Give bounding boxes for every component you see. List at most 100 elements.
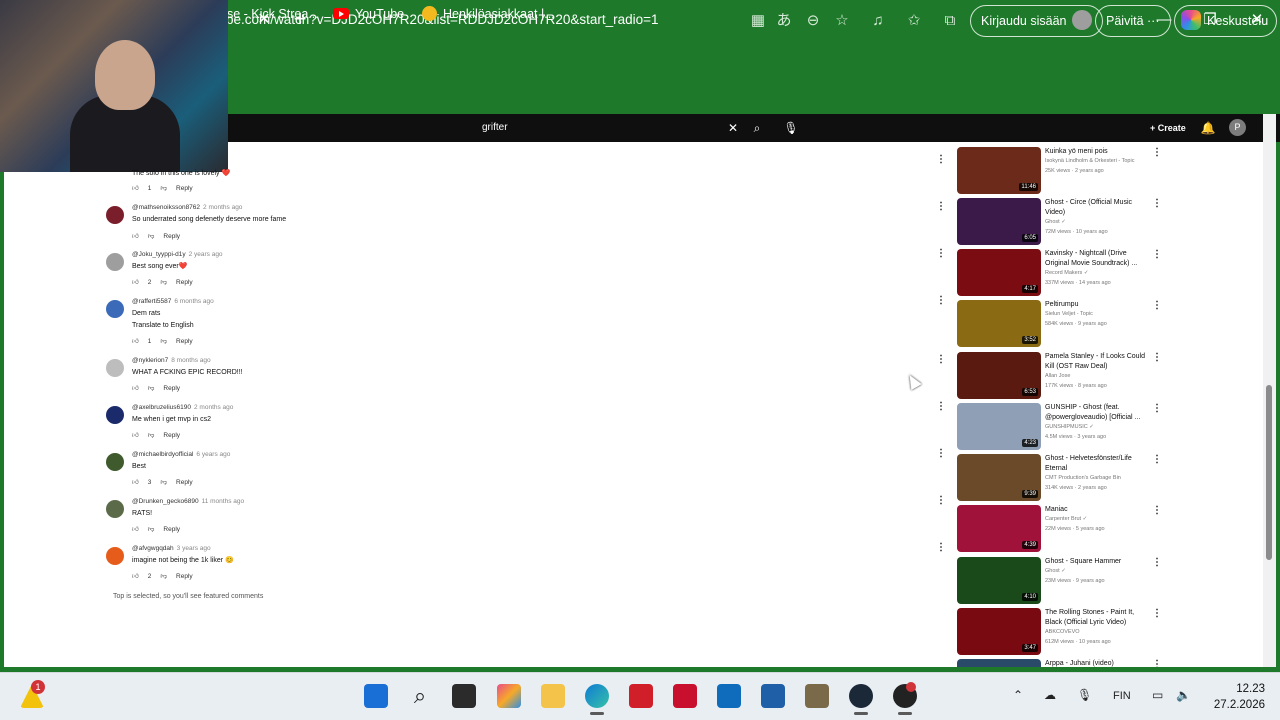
dislike-icon[interactable]: 👎︎	[148, 233, 155, 240]
reply-button[interactable]: Reply	[176, 338, 193, 345]
video-title[interactable]: GUNSHIP - Ghost (feat. @powergloveaudio)…	[1045, 403, 1150, 423]
video-thumbnail[interactable]: 3:52	[957, 300, 1041, 347]
video-channel[interactable]: Sielun Veljet - Topic	[1045, 311, 1093, 317]
related-video[interactable]: 3:52 Peltirumpu Sielun Veljet - Topic 584K …	[957, 300, 1162, 348]
related-video[interactable]: 4:17 Kavinsky - Nightcall (Drive Original…	[957, 249, 1162, 297]
avatar[interactable]	[106, 300, 124, 318]
steam-icon[interactable]	[849, 684, 873, 708]
comment-author[interactable]: @michaelbirdyofficial	[132, 451, 193, 458]
like-icon[interactable]: 👍︎	[132, 185, 139, 192]
reply-button[interactable]: Reply	[163, 385, 180, 392]
comment-menu-icon[interactable]: ⋮	[936, 154, 946, 165]
comment-author[interactable]: @mathsenoiksson8762	[132, 204, 200, 211]
video-title[interactable]: Ghost - Square Hammer	[1045, 557, 1150, 567]
reply-button[interactable]: Reply	[163, 432, 180, 439]
comment-menu-icon[interactable]: ⋮	[936, 248, 946, 259]
chevron-up-icon[interactable]: ⌃	[1013, 688, 1023, 702]
dislike-icon[interactable]: 👎︎	[160, 279, 167, 286]
youtube-avatar[interactable]: P	[1229, 119, 1246, 136]
comment-author[interactable]: @nyklerion7	[132, 357, 168, 364]
task-view-icon[interactable]	[452, 684, 476, 708]
video-thumbnail[interactable]: 3:47	[957, 608, 1041, 655]
game-app-icon[interactable]	[805, 684, 829, 708]
like-icon[interactable]: 👍︎	[132, 338, 139, 345]
comment-author[interactable]: @afvgwgqdah	[132, 545, 174, 552]
video-menu-icon[interactable]: ⋮	[1152, 300, 1162, 311]
copilot-button[interactable]: Keskustelu	[1174, 5, 1278, 37]
app-grid-icon[interactable]: ▦	[748, 11, 768, 31]
video-title[interactable]: Maniac	[1045, 505, 1150, 515]
video-title[interactable]: Ghost - Helvetesfönster/Life Eternal	[1045, 454, 1150, 474]
video-title[interactable]: The Rolling Stones - Paint It, Black (Of…	[1045, 608, 1150, 628]
mic-tray-icon[interactable]: 🎙	[1077, 688, 1092, 702]
sign-in-button[interactable]: Kirjaudu sisään	[970, 5, 1104, 37]
video-thumbnail[interactable]: 9:39	[957, 454, 1041, 501]
video-channel[interactable]: Isokynä Lindholm & Orkesteri - Topic	[1045, 158, 1134, 164]
video-thumbnail[interactable]	[957, 659, 1041, 667]
dislike-icon[interactable]: 👎︎	[160, 573, 167, 580]
update-button[interactable]: Päivitä ···	[1095, 5, 1171, 37]
cloud-icon[interactable]: ☁	[1044, 688, 1056, 702]
video-menu-icon[interactable]: ⋮	[1152, 608, 1162, 619]
video-thumbnail[interactable]: 4:17	[957, 249, 1041, 296]
avatar[interactable]	[106, 547, 124, 565]
avatar[interactable]	[106, 453, 124, 471]
comment-menu-icon[interactable]: ⋮	[936, 495, 946, 506]
video-menu-icon[interactable]: ⋮	[1152, 659, 1162, 667]
scrollbar-thumb[interactable]	[1266, 385, 1272, 560]
like-icon[interactable]: 👍︎	[132, 432, 139, 439]
avatar[interactable]	[106, 500, 124, 518]
dislike-icon[interactable]: 👎︎	[148, 385, 155, 392]
video-title[interactable]: Ghost - Circe (Official Music Video)	[1045, 198, 1150, 218]
video-channel[interactable]: Allan Jose	[1045, 373, 1070, 379]
file-explorer-icon[interactable]	[541, 684, 565, 708]
video-thumbnail[interactable]: 4:23	[957, 403, 1041, 450]
clock[interactable]: 12.23 27.2.2026	[1205, 681, 1265, 713]
video-title[interactable]: Pamela Stanley - If Looks Could Kill (OS…	[1045, 352, 1150, 372]
comment-menu-icon[interactable]: ⋮	[936, 401, 946, 412]
comment-author[interactable]: @rafferti5587	[132, 298, 171, 305]
dislike-icon[interactable]: 👎︎	[160, 338, 167, 345]
video-channel[interactable]: ABKCOVEVO	[1045, 629, 1080, 635]
bookmark-youtube[interactable]: YouTube	[333, 7, 404, 21]
video-menu-icon[interactable]: ⋮	[1152, 198, 1162, 209]
volume-icon[interactable]: 🔈	[1176, 688, 1191, 702]
comment-author[interactable]: @Drunken_gecko6890	[132, 498, 199, 505]
reply-button[interactable]: Reply	[176, 479, 193, 486]
video-title[interactable]: Kuinka yö meni pois	[1045, 147, 1150, 157]
search-icon[interactable]: ⌕	[748, 119, 766, 137]
avatar[interactable]	[106, 206, 124, 224]
search-icon[interactable]: ⌕	[408, 684, 432, 708]
avatar[interactable]	[106, 406, 124, 424]
like-icon[interactable]: 👍︎	[132, 385, 139, 392]
zoom-out-icon[interactable]: ⊖	[803, 11, 823, 31]
video-menu-icon[interactable]: ⋮	[1152, 505, 1162, 516]
comment-menu-icon[interactable]: ⋮	[936, 295, 946, 306]
video-menu-icon[interactable]: ⋮	[1152, 454, 1162, 465]
video-thumbnail[interactable]: 6:05	[957, 198, 1041, 245]
video-channel[interactable]: Ghost ✓	[1045, 568, 1066, 574]
dislike-icon[interactable]: 👎︎	[148, 526, 155, 533]
mic-icon[interactable]: 🎙	[782, 119, 800, 137]
video-thumbnail[interactable]: 6:53	[957, 352, 1041, 399]
favorite-star-icon[interactable]: ☆	[832, 11, 852, 31]
like-icon[interactable]: 👍︎	[132, 573, 139, 580]
video-menu-icon[interactable]: ⋮	[1152, 403, 1162, 414]
related-video[interactable]: 4:23 GUNSHIP - Ghost (feat. @powergloveau…	[957, 403, 1162, 451]
comment-menu-icon[interactable]: ⋮	[936, 354, 946, 365]
related-video[interactable]: 9:39 Ghost - Helvetesfönster/Life Eternal…	[957, 454, 1162, 502]
reply-button[interactable]: Reply	[176, 279, 193, 286]
video-menu-icon[interactable]: ⋮	[1152, 352, 1162, 363]
video-thumbnail[interactable]: 4:39	[957, 505, 1041, 552]
related-video[interactable]: 4:10 Ghost - Square Hammer Ghost ✓ 23M view…	[957, 557, 1162, 605]
related-video[interactable]: 11:46 Kuinka yö meni pois Isokynä Lindholm…	[957, 147, 1162, 195]
bookmark-henkiloasiakkaat[interactable]: Henkilöasiakkaat |...	[422, 6, 555, 22]
dislike-icon[interactable]: 👎︎	[160, 479, 167, 486]
collections-icon[interactable]: ⧉	[940, 11, 960, 31]
video-menu-icon[interactable]: ⋮	[1152, 147, 1162, 158]
bookmark-kick[interactable]: se - Kick Strea...	[227, 7, 319, 21]
edge-icon[interactable]	[585, 684, 609, 708]
comment-author[interactable]: @axelbruzelius6190	[132, 404, 191, 411]
monitor-icon[interactable]: ▭	[1152, 688, 1163, 702]
related-video[interactable]: 6:53 Pamela Stanley - If Looks Could Kill…	[957, 352, 1162, 400]
